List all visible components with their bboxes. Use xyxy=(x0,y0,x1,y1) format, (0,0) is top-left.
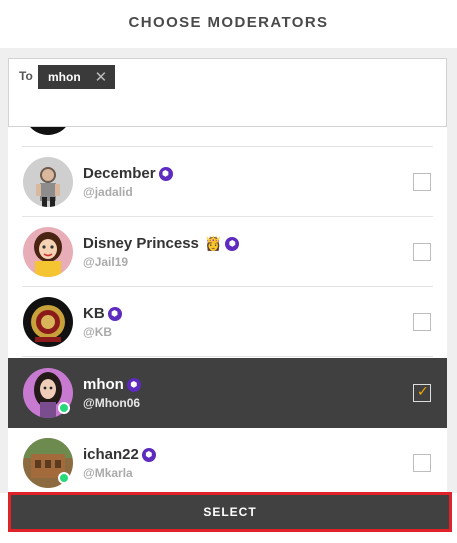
select-checkbox[interactable] xyxy=(413,243,431,261)
user-row-ichan22[interactable]: ichan22 ⬢ @Mkarla xyxy=(8,428,447,493)
user-name: KB xyxy=(83,305,105,322)
user-row-kb[interactable]: KB ⬢ @KB xyxy=(8,287,447,357)
user-handle: @Jail19 xyxy=(83,255,129,269)
user-handle: @jadalid xyxy=(83,185,133,199)
vip-badge-icon: ⬢ xyxy=(225,236,240,251)
vip-badge-icon: ⬢ xyxy=(158,166,173,181)
recipient-field[interactable]: To mhon ✕ xyxy=(8,58,447,127)
online-status-icon xyxy=(58,472,70,484)
user-list[interactable]: December ⬢ @jadalid Disney Princess 👸 ⬢ … xyxy=(8,127,447,493)
select-checkbox[interactable] xyxy=(413,173,431,191)
user-row-december[interactable]: December ⬢ @jadalid xyxy=(8,147,447,217)
recipient-chip-label: mhon xyxy=(48,70,81,84)
avatar xyxy=(23,157,73,207)
select-checkbox[interactable] xyxy=(413,313,431,331)
user-row-mhon[interactable]: mhon ⬢ @Mhon06 ✓ xyxy=(8,358,447,428)
select-button-label: SELECT xyxy=(203,505,257,519)
online-status-icon xyxy=(58,402,70,414)
user-row-disney-princess[interactable]: Disney Princess 👸 ⬢ @Jail19 xyxy=(8,217,447,287)
vip-badge-icon: ⬢ xyxy=(141,447,156,462)
user-name: December xyxy=(83,165,156,182)
avatar xyxy=(23,227,73,277)
user-handle: @Mkarla xyxy=(83,466,133,480)
select-checkbox[interactable] xyxy=(413,454,431,472)
user-name: Disney Princess xyxy=(83,235,199,252)
user-handle: @Mhon06 xyxy=(83,396,141,410)
select-button[interactable]: SELECT xyxy=(8,492,452,532)
recipient-chip[interactable]: mhon ✕ xyxy=(38,65,116,89)
header: CHOOSE MODERATORS xyxy=(0,0,457,44)
to-label: To xyxy=(19,69,33,83)
user-name: mhon xyxy=(83,376,124,393)
vip-badge-icon: ⬢ xyxy=(126,377,141,392)
remove-chip-icon[interactable]: ✕ xyxy=(95,70,108,85)
user-handle: @KB xyxy=(83,325,113,339)
select-checkbox-checked[interactable]: ✓ xyxy=(413,383,431,402)
avatar xyxy=(23,297,73,347)
partial-avatar xyxy=(24,127,72,135)
user-name: ichan22 xyxy=(83,446,139,463)
divider xyxy=(22,356,433,357)
checkmark-icon: ✓ xyxy=(417,383,429,399)
page-title: CHOOSE MODERATORS xyxy=(128,13,329,31)
vip-badge-icon: ⬢ xyxy=(107,306,122,321)
princess-emoji-icon: 👸 xyxy=(204,235,223,251)
